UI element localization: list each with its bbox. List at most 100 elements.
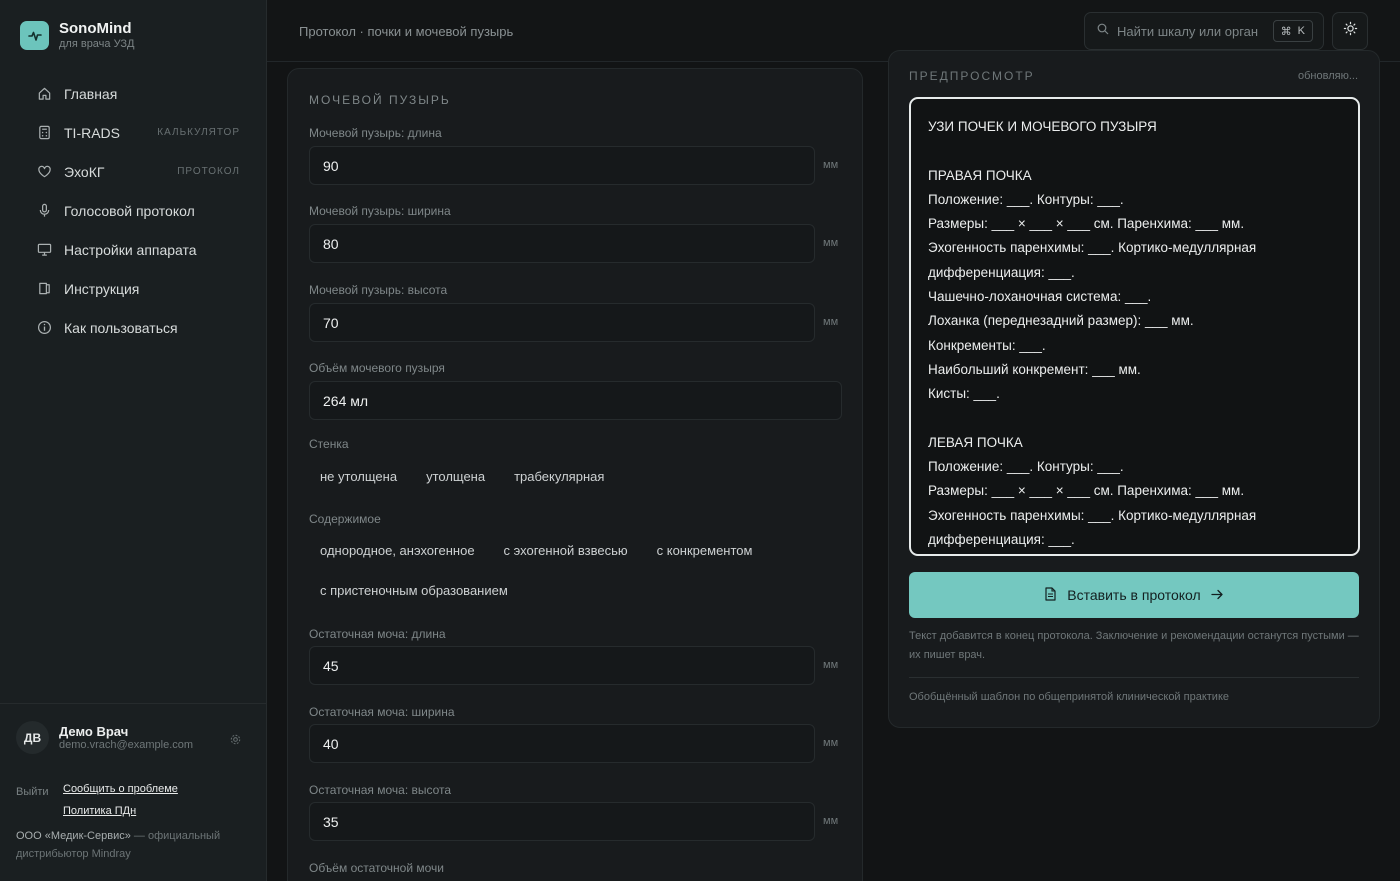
sidebar-item-tag: КАЛЬКУЛЯТОР [157, 127, 240, 138]
arrow-right-icon [1211, 587, 1224, 603]
content-options: однородное, анэхогенное с эхогенной взве… [309, 537, 770, 563]
preview-line: Размеры: ___ × ___ × ___ см. Паренхима: … [928, 216, 1245, 232]
wall-option[interactable]: не утолщена [309, 463, 408, 489]
residual-height-input[interactable]: 35 [309, 802, 815, 841]
sidebar-item-device-settings[interactable]: Настройки аппарата [24, 230, 252, 269]
unit-label: мм [823, 737, 839, 749]
preview-line: Чашечно-лоханочная система: ___. [928, 289, 1152, 305]
preview-line: УЗИ ПОЧЕК И МОЧЕВОГО ПУЗЫРЯ [928, 119, 1157, 134]
preview-line: Положение: ___. Контуры: ___. [928, 459, 1124, 475]
preview-line: Кисты: ___. [928, 386, 1000, 402]
unit-label: мм [823, 159, 839, 171]
command-key-icon: ⌘ [1280, 25, 1292, 38]
insert-into-protocol-button[interactable]: Вставить в протокол [909, 572, 1359, 618]
bladder-length-label: Мочевой пузырь: длина [309, 126, 442, 140]
sidebar-item-home[interactable]: Главная [24, 74, 252, 113]
bladder-volume-label: Объём мочевого пузыря [309, 361, 445, 375]
preview-line [928, 139, 1341, 163]
logout-link[interactable]: Выйти [16, 786, 49, 798]
search-placeholder: Найти шкалу или орган [1117, 23, 1259, 39]
preview-status: обновляю... [1298, 70, 1358, 82]
user-email: demo.vrach@example.com [59, 738, 194, 751]
wall-options: не утолщена утолщена трабекулярная [309, 463, 622, 489]
residual-length-input[interactable]: 45 [309, 646, 815, 685]
content-option[interactable]: с конкрементом [646, 537, 764, 563]
user-name: Демо Врач [59, 723, 129, 739]
unit-label: мм [823, 316, 839, 328]
monitor-icon [36, 242, 52, 258]
residual-width-label: Остаточная моча: ширина [309, 705, 455, 719]
preview-note: Текст добавится в конец протокола. Заклю… [909, 630, 1359, 661]
sidebar-item-label: ЭхоКГ [64, 163, 105, 180]
company-name: ООО «Медик-Сервис» [16, 830, 131, 842]
sidebar-divider [0, 703, 267, 704]
sidebar-item-label: Голосовой протокол [64, 202, 195, 219]
preview-line: Положение: ___. Контуры: ___. [928, 191, 1124, 207]
wall-option[interactable]: трабекулярная [503, 463, 615, 489]
sidebar-item-label: Главная [64, 85, 118, 102]
residual-length-label: Остаточная моча: длина [309, 627, 446, 641]
heart-icon [36, 164, 52, 180]
bladder-form-card: МОЧЕВОЙ ПУЗЫРЬ Мочевой пузырь: длина 90 … [287, 68, 863, 881]
sidebar-item-label: TI-RADS [64, 124, 120, 141]
sun-icon [1343, 21, 1358, 41]
search-input[interactable]: Найти шкалу или орган ⌘ K [1084, 12, 1324, 50]
bladder-width-label: Мочевой пузырь: ширина [309, 204, 451, 218]
sidebar-item-label: Как пользоваться [64, 319, 178, 336]
company-note: ООО «Медик-Сервис» — официальный дистриб… [16, 827, 251, 863]
sidebar-nav: Главная TI-RADS КАЛЬКУЛЯТОР ЭхоКГ ПРОТОК… [24, 74, 252, 347]
residual-width-input[interactable]: 40 [309, 724, 815, 763]
sidebar-item-voice-protocol[interactable]: Голосовой протокол [24, 191, 252, 230]
content-option[interactable]: с эхогенной взвесью [493, 537, 639, 563]
book-icon [36, 281, 52, 297]
protocol-preview-text[interactable]: УЗИ ПОЧЕК И МОЧЕВОГО ПУЗЫРЯ ПРАВАЯ ПОЧКА П… [909, 97, 1360, 556]
sidebar-item-label: Настройки аппарата [64, 241, 197, 258]
preview-card: ПРЕДПРОСМОТР обновляю... УЗИ ПОЧЕК И МОЧ… [888, 50, 1380, 728]
insert-button-label: Вставить в протокол [1067, 587, 1201, 603]
wall-label: Стенка [309, 437, 349, 451]
wall-option[interactable]: утолщена [415, 463, 496, 489]
sidebar-item-label: Инструкция [64, 280, 140, 297]
calculator-icon [36, 125, 52, 141]
preview-divider [909, 677, 1359, 678]
sidebar-item-how-to[interactable]: Как пользоваться [24, 308, 252, 347]
content-label: Содержимое [309, 512, 381, 526]
shortcut-key: K [1297, 25, 1305, 37]
user-card: ДВ Демо Врач demo.vrach@example.com [16, 721, 242, 754]
document-icon [1044, 586, 1057, 604]
sidebar-item-manual[interactable]: Инструкция [24, 269, 252, 308]
preview-line: ЛЕВАЯ ПОЧКА [928, 434, 1023, 450]
bladder-height-input[interactable]: 70 [309, 303, 815, 342]
content-option[interactable]: однородное, анэхогенное [309, 537, 486, 563]
preview-line [928, 407, 1341, 431]
home-icon [36, 86, 52, 102]
sidebar: SonoMind для врача УЗД Главная TI-RADS К… [0, 0, 267, 881]
microphone-icon [36, 203, 52, 219]
content-option[interactable]: с пристеночным образованием [309, 577, 519, 603]
keyboard-shortcut-badge: ⌘ K [1272, 20, 1313, 42]
brand-subtitle: для врача УЗД [59, 38, 135, 50]
bladder-length-input[interactable]: 90 [309, 146, 815, 185]
breadcrumb: Протокол · почки и мочевой пузырь [299, 24, 514, 39]
preview-line: дифференциация: ___. [928, 264, 1075, 280]
preview-line: Лоханка (переднезадний размер): ___ мм. [928, 313, 1194, 329]
preview-footer: Обобщённый шаблон по общепринятой клинич… [909, 691, 1229, 703]
brand[interactable]: SonoMind для врача УЗД [20, 20, 134, 51]
sidebar-item-echo[interactable]: ЭхоКГ ПРОТОКОЛ [24, 152, 252, 191]
info-icon [36, 320, 52, 336]
search-icon [1097, 22, 1109, 40]
pulse-logo-icon [20, 21, 49, 50]
report-problem-link[interactable]: Сообщить о проблеме [63, 778, 178, 800]
preview-line: Размеры: ___ × ___ × ___ см. Паренхима: … [928, 483, 1245, 499]
bladder-width-input[interactable]: 80 [309, 224, 815, 263]
preview-line: Эхогенность паренхимы: ___. Кортико-меду… [928, 507, 1257, 523]
sidebar-item-ti-rads[interactable]: TI-RADS КАЛЬКУЛЯТОР [24, 113, 252, 152]
privacy-policy-link[interactable]: Политика ПДн [63, 800, 178, 822]
bladder-height-label: Мочевой пузырь: высота [309, 283, 448, 297]
avatar: ДВ [16, 721, 49, 754]
content-options-row-2: с пристеночным образованием [309, 577, 526, 603]
settings-gear-icon[interactable] [230, 732, 242, 744]
theme-toggle-button[interactable] [1332, 12, 1368, 50]
preview-line: Эхогенность паренхимы: ___. Кортико-меду… [928, 240, 1257, 256]
section-title: МОЧЕВОЙ ПУЗЫРЬ [309, 93, 451, 107]
